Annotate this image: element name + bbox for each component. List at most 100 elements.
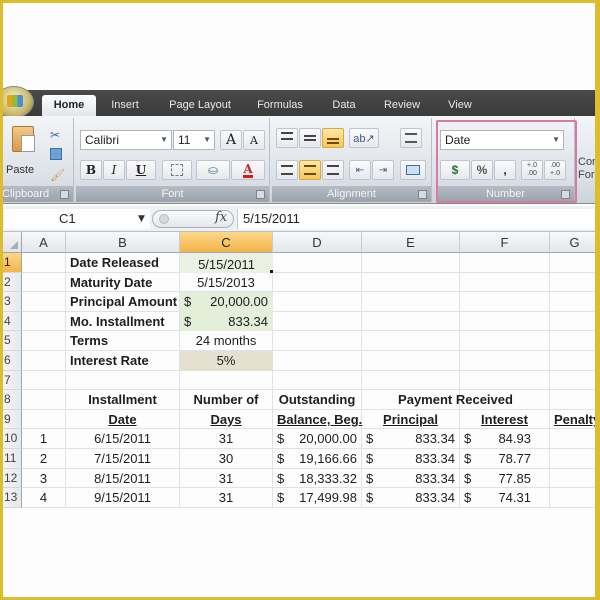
number-of-days[interactable]: 31	[180, 488, 273, 508]
grid-cell[interactable]	[460, 351, 550, 371]
installment-number[interactable]: 2	[22, 449, 66, 469]
tab-insert[interactable]: Insert	[104, 95, 146, 116]
grid-cell[interactable]	[550, 311, 600, 332]
summary-label[interactable]: Maturity Date	[66, 273, 180, 293]
header-payment-received[interactable]: Payment Received	[362, 390, 550, 410]
align-middle-button[interactable]	[299, 128, 321, 148]
tab-formulas[interactable]: Formulas	[252, 95, 308, 116]
conditional-formatting-button[interactable]: Cor For	[578, 156, 600, 182]
office-button[interactable]	[0, 86, 34, 118]
insert-function-icon[interactable]: fx	[215, 210, 227, 225]
grid-cell[interactable]	[362, 351, 460, 371]
number-of-days[interactable]: 31	[180, 469, 273, 489]
balance-beg[interactable]: $17,499.98	[273, 488, 362, 508]
clipboard-launcher-icon[interactable]	[60, 190, 69, 199]
align-left-button[interactable]	[276, 160, 298, 180]
balance-beg[interactable]: $19,166.66	[273, 449, 362, 469]
wrap-text-button[interactable]	[400, 128, 422, 148]
number-of-days[interactable]: 31	[180, 429, 273, 449]
grid-cell[interactable]	[273, 370, 362, 391]
number-launcher-icon[interactable]	[561, 190, 570, 199]
column-header-g[interactable]: G	[550, 232, 600, 253]
tab-view[interactable]: View	[442, 95, 478, 116]
number-of-days[interactable]: 30	[180, 449, 273, 469]
grid-cell[interactable]	[460, 331, 550, 351]
comma-style-button[interactable]: ,	[494, 160, 516, 180]
principal-received[interactable]: $833.34	[362, 469, 460, 489]
grid-cell[interactable]	[550, 468, 600, 489]
column-header-d[interactable]: D	[273, 232, 362, 253]
cut-icon[interactable]: ✂	[50, 128, 60, 142]
header-installment-date[interactable]: Date	[66, 410, 180, 430]
summary-value[interactable]: 5/15/2013	[180, 273, 273, 293]
grid-cell[interactable]	[22, 331, 66, 351]
font-color-button[interactable]: A	[231, 160, 265, 180]
grid-cell[interactable]	[550, 272, 600, 293]
grid-cell[interactable]	[22, 292, 66, 312]
row-header-3[interactable]: 3	[0, 292, 22, 312]
grid-cell[interactable]	[362, 370, 460, 391]
grid-cell[interactable]	[550, 390, 600, 410]
column-header-c[interactable]: C	[180, 232, 273, 253]
row-header-10[interactable]: 10	[0, 429, 22, 449]
bold-button[interactable]: B	[80, 160, 102, 180]
alignment-launcher-icon[interactable]	[418, 190, 427, 199]
grid-cell[interactable]	[22, 409, 66, 430]
column-header-a[interactable]: A	[22, 232, 66, 253]
summary-value[interactable]: 24 months	[180, 331, 273, 351]
balance-beg[interactable]: $20,000.00	[273, 429, 362, 449]
grid-cell[interactable]	[22, 370, 66, 391]
grid-cell[interactable]	[22, 311, 66, 332]
grid-cell[interactable]	[273, 253, 362, 273]
summary-label[interactable]: Terms	[66, 331, 180, 351]
row-header-5[interactable]: 5	[0, 331, 22, 351]
interest-received[interactable]: $74.31	[460, 488, 550, 508]
paste-button[interactable]: Paste	[4, 122, 44, 182]
header-outstanding[interactable]: Outstanding	[273, 390, 362, 410]
grow-font-button[interactable]: A	[220, 130, 242, 150]
row-header-13[interactable]: 13	[0, 488, 22, 508]
accounting-format-button[interactable]: $	[440, 160, 470, 180]
header-number-of-days[interactable]: Number of	[180, 390, 273, 410]
principal-received[interactable]: $833.34	[362, 429, 460, 449]
header-days[interactable]: Days	[180, 410, 273, 430]
fill-handle[interactable]	[269, 268, 274, 274]
italic-button[interactable]: I	[103, 160, 125, 180]
interest-received[interactable]: $77.85	[460, 469, 550, 489]
name-box-dropdown-icon[interactable]: ▼	[138, 214, 145, 224]
grid-cell[interactable]	[550, 370, 600, 391]
grid-cell[interactable]	[460, 292, 550, 312]
row-header-4[interactable]: 4	[0, 311, 22, 332]
tab-data[interactable]: Data	[326, 95, 362, 116]
column-header-f[interactable]: F	[460, 232, 550, 253]
increase-decimal-button[interactable]: +.0 .00	[521, 160, 543, 180]
header-balance-beg[interactable]: Balance, Beg.	[273, 410, 362, 430]
grid-cell[interactable]	[550, 488, 600, 508]
copy-icon[interactable]	[50, 148, 62, 160]
tab-page-layout[interactable]: Page Layout	[162, 95, 238, 116]
installment-date[interactable]: 6/15/2011	[66, 429, 180, 449]
summary-value[interactable]: $20,000.00	[180, 292, 273, 312]
interest-received[interactable]: $84.93	[460, 429, 550, 449]
number-format-combo[interactable]: Date ▼	[440, 130, 564, 150]
shrink-font-button[interactable]: A	[243, 130, 265, 150]
grid-cell[interactable]	[22, 253, 66, 273]
installment-date[interactable]: 8/15/2011	[66, 469, 180, 489]
font-launcher-icon[interactable]	[256, 190, 265, 199]
header-penalty[interactable]: Penalty	[550, 410, 600, 430]
installment-number[interactable]: 4	[22, 488, 66, 508]
row-header-8[interactable]: 8	[0, 390, 22, 410]
select-all-button[interactable]	[0, 232, 22, 253]
grid-cell[interactable]	[22, 272, 66, 293]
header-interest[interactable]: Interest	[460, 410, 550, 430]
grid-cell[interactable]	[550, 351, 600, 371]
align-bottom-button[interactable]	[322, 128, 344, 148]
grid-cell[interactable]	[362, 253, 460, 273]
increase-indent-button[interactable]: ⇥	[372, 160, 394, 180]
grid-cell[interactable]	[273, 351, 362, 371]
principal-received[interactable]: $833.34	[362, 488, 460, 508]
grid-cell[interactable]	[180, 370, 273, 391]
grid-cell[interactable]	[550, 331, 600, 351]
decrease-decimal-button[interactable]: .00 +.0	[544, 160, 566, 180]
summary-label[interactable]: Interest Rate	[66, 351, 180, 371]
